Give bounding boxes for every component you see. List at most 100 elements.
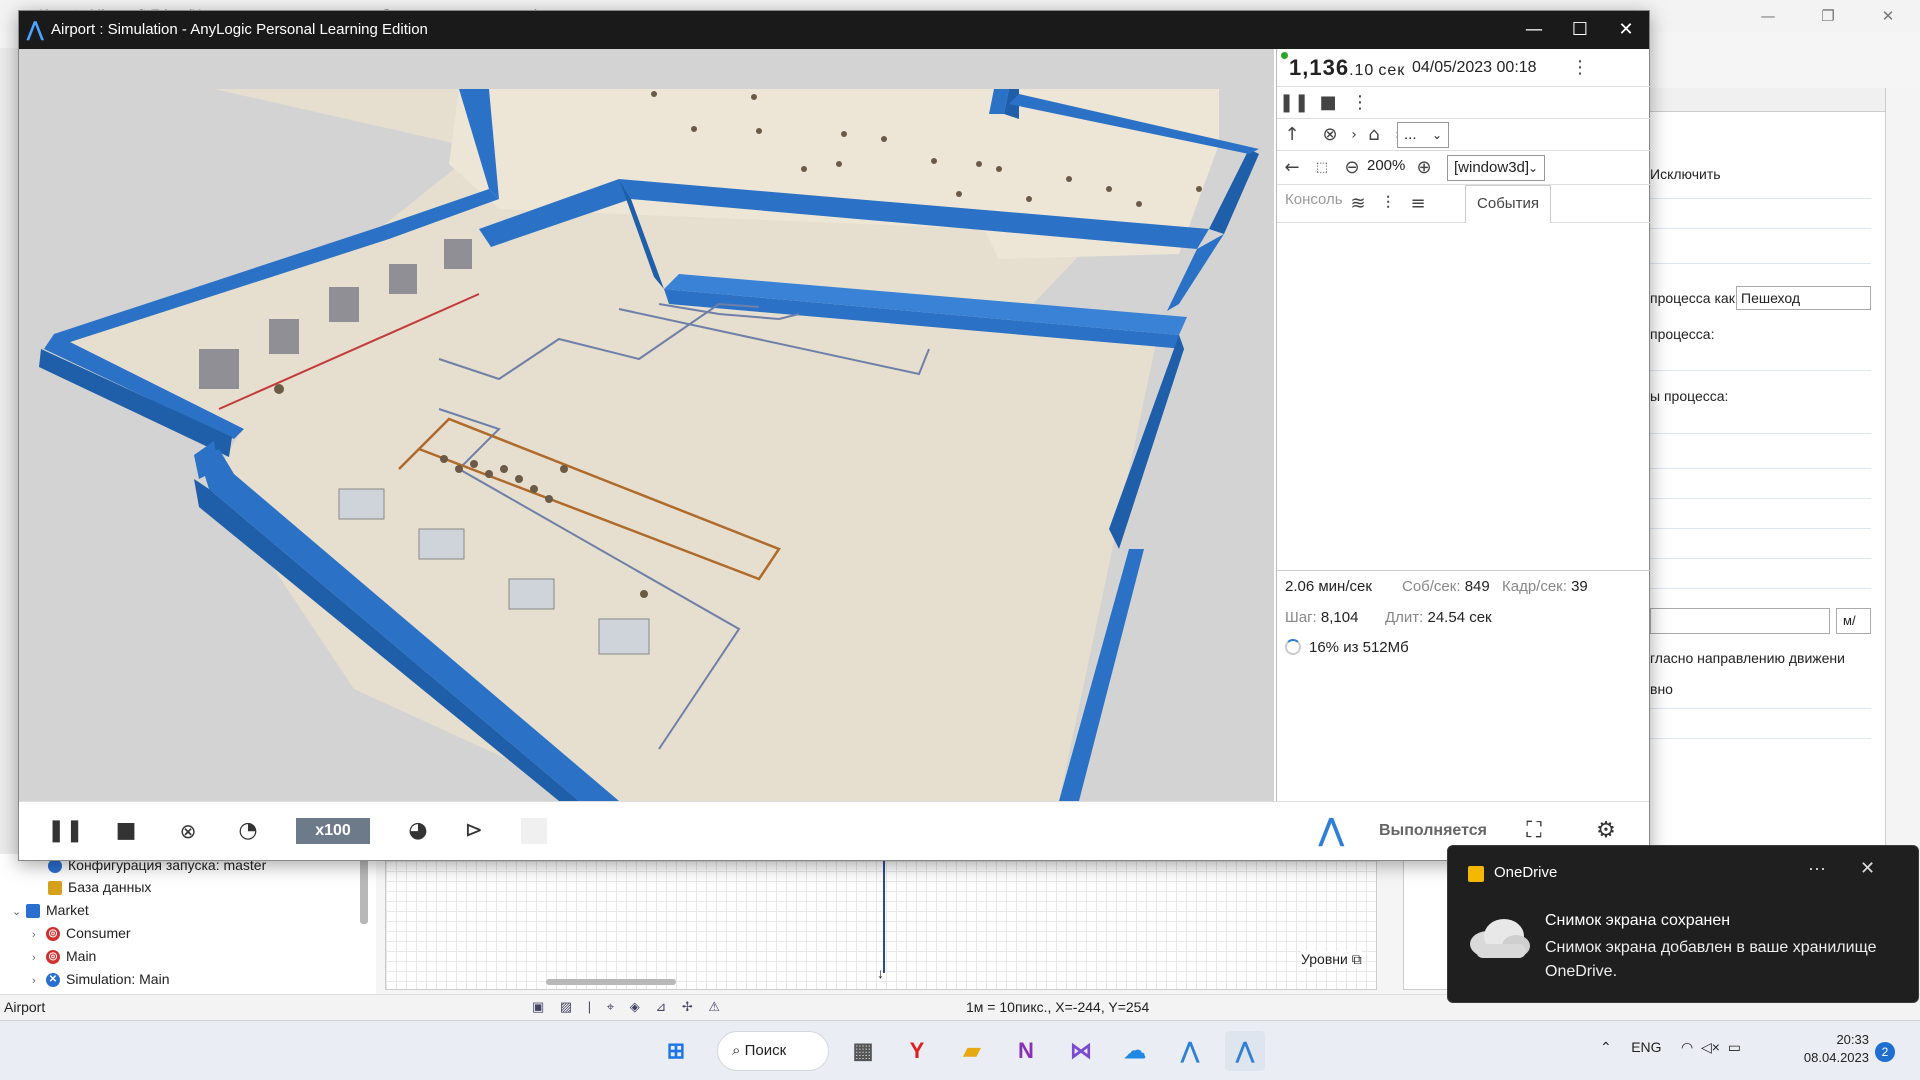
agent-select[interactable]: ... ⌄	[1397, 122, 1449, 148]
chevron-right-icon[interactable]: ›	[32, 924, 46, 946]
wifi-icon[interactable]: ◠	[1681, 1039, 1693, 1055]
tree-item-main[interactable]: › ◎ Main	[32, 945, 96, 967]
toast-close-button[interactable]: ✕	[1860, 858, 1875, 879]
passenger	[1066, 176, 1072, 182]
calculator-app-icon[interactable]: ▦	[843, 1031, 883, 1071]
graph-editor[interactable]: ↓ Уровни ⧉	[385, 860, 1377, 990]
scroll-lock-icon[interactable]: ⫶	[1375, 191, 1401, 217]
anylogic-sim-app-icon[interactable]: ⋀	[1225, 1031, 1265, 1071]
arrow-left-icon[interactable]: ←	[1279, 155, 1305, 181]
misc-label: вно	[1650, 681, 1673, 697]
cloud-app-icon[interactable]: ☁	[1115, 1031, 1155, 1071]
levels-button[interactable]: Уровни ⧉	[1301, 951, 1362, 968]
close-button[interactable]: ✕	[1597, 11, 1655, 49]
virtual-time-button[interactable]: ⊳	[459, 816, 489, 846]
stop-icon[interactable]: ■	[1315, 90, 1341, 116]
process-label: процесса:	[1650, 326, 1715, 342]
fullscreen-icon[interactable]: ⛶	[1519, 816, 1549, 846]
toast-more-button[interactable]: ···	[1808, 858, 1826, 879]
zoom-in-icon[interactable]: ⊕	[1411, 155, 1437, 181]
language-indicator[interactable]: ENG	[1631, 1039, 1661, 1055]
settings-gear-icon[interactable]: ⚙	[1591, 816, 1621, 846]
taskbar-search[interactable]: ⌕ Поиск	[717, 1031, 829, 1071]
home-icon[interactable]: ⌂	[1361, 122, 1387, 148]
tab-console[interactable]: Консоль	[1285, 191, 1343, 208]
ide-maximize-button[interactable]: ❐	[1808, 4, 1848, 28]
scanner	[329, 287, 359, 322]
tab-events[interactable]: События	[1465, 185, 1551, 223]
memory-spinner-icon	[1285, 639, 1301, 655]
speed-up-button[interactable]: ◕	[403, 816, 433, 846]
tree-item-consumer[interactable]: › ◎ Consumer	[32, 922, 131, 944]
divider	[1646, 558, 1871, 559]
word-wrap-icon[interactable]: ≡	[1405, 191, 1431, 217]
value-field[interactable]	[1650, 608, 1830, 634]
clear-console-icon[interactable]: ≋	[1345, 191, 1371, 217]
onedrive-notification[interactable]: OneDrive ··· ✕ Снимок экрана сохранен Сн…	[1447, 845, 1919, 1003]
stop-button[interactable]: ■	[111, 816, 141, 846]
passenger	[881, 136, 887, 142]
ide-close-button[interactable]: ✕	[1868, 4, 1908, 28]
process-as-field[interactable]: Пешеход	[1736, 286, 1871, 310]
passenger	[500, 465, 508, 473]
status-tool-icons[interactable]: ▣ ▨ | ⌖ ◈ ⊿ ✢ ⚠	[532, 999, 726, 1015]
realtime-x1-button[interactable]: ⊗	[173, 816, 203, 846]
run-controls-row: ❚❚ ■ ⋮	[1277, 87, 1650, 119]
zoom-100-icon[interactable]: ⬚	[1309, 155, 1335, 181]
passenger	[801, 166, 807, 172]
volume-mute-icon[interactable]: ◁×	[1701, 1039, 1720, 1055]
zoom-row: ← ⬚ ⊖ 200% ⊕ [window3d] ⌄	[1277, 151, 1650, 185]
tree-scrollbar[interactable]	[360, 854, 368, 924]
tree-item-database[interactable]: База данных	[48, 876, 151, 898]
ide-left-strip	[0, 48, 20, 868]
file-explorer-icon[interactable]: ▰	[952, 1031, 992, 1071]
unit-select[interactable]: м/	[1836, 608, 1871, 634]
visual-studio-icon[interactable]: ⋈	[1061, 1031, 1101, 1071]
chevron-right-icon[interactable]: ›	[32, 970, 46, 992]
toast-heading: Снимок экрана сохранен	[1545, 912, 1731, 929]
more-vertical-icon[interactable]: ⋮	[1567, 55, 1593, 81]
onenote-icon[interactable]: N	[1006, 1031, 1046, 1071]
tree-item-simulation[interactable]: › ✕ Simulation: Main	[32, 968, 170, 990]
3d-viewport[interactable]	[19, 49, 1274, 801]
exclude-label: Исключить	[1650, 166, 1721, 182]
process-as-label: процесса как:	[1650, 290, 1739, 306]
passenger	[560, 465, 568, 473]
anylogic-app-icon[interactable]: ⋀	[1170, 1031, 1210, 1071]
passenger	[1106, 186, 1112, 192]
passenger	[836, 161, 842, 167]
start-button[interactable]: ⊞	[656, 1031, 696, 1071]
view-select[interactable]: [window3d] ⌄	[1447, 155, 1545, 181]
onedrive-cloud-icon	[1470, 919, 1530, 958]
status-project: Airport	[4, 999, 46, 1015]
more-vertical-icon[interactable]: ⋮	[1347, 90, 1373, 116]
taskbar-clock[interactable]: 20:33 08.04.2023	[1794, 1031, 1869, 1067]
chevron-up-icon[interactable]: ⌃	[1600, 1039, 1612, 1055]
passenger	[440, 455, 448, 463]
arrow-up-icon[interactable]: ↑	[1279, 122, 1305, 148]
speed-indicator: x100	[296, 818, 370, 844]
passenger	[751, 94, 757, 100]
model-date: 04/05/2023 00:18	[1412, 59, 1537, 76]
scanner	[389, 264, 417, 294]
notification-badge[interactable]: 2	[1875, 1042, 1895, 1062]
experiment-icon: ✕	[46, 973, 60, 988]
chevron-down-icon[interactable]: ⌄	[12, 901, 26, 923]
yandex-browser-icon[interactable]: Y	[897, 1031, 937, 1071]
counter	[598, 618, 650, 655]
passenger	[1026, 196, 1032, 202]
battery-icon[interactable]: ▭	[1728, 1039, 1741, 1055]
divider	[1646, 588, 1871, 589]
chevron-right-icon[interactable]: ›	[32, 947, 46, 969]
ide-minimize-button[interactable]: —	[1748, 4, 1788, 28]
zoom-out-icon[interactable]: ⊖	[1339, 155, 1365, 181]
pause-button[interactable]: ❚❚	[47, 816, 84, 846]
duration: Длит: 24.54 сек	[1385, 609, 1492, 626]
search-icon: ⌕	[732, 1042, 741, 1059]
run-status: Выполняется	[1379, 822, 1487, 839]
cancel-icon[interactable]: ⊗	[1317, 122, 1343, 148]
pause-icon[interactable]: ❚❚	[1279, 90, 1309, 116]
tree-item-market[interactable]: ⌄ Market	[12, 899, 89, 921]
slow-down-button[interactable]: ◔	[233, 816, 263, 846]
graph-scrollbar[interactable]	[546, 979, 676, 985]
